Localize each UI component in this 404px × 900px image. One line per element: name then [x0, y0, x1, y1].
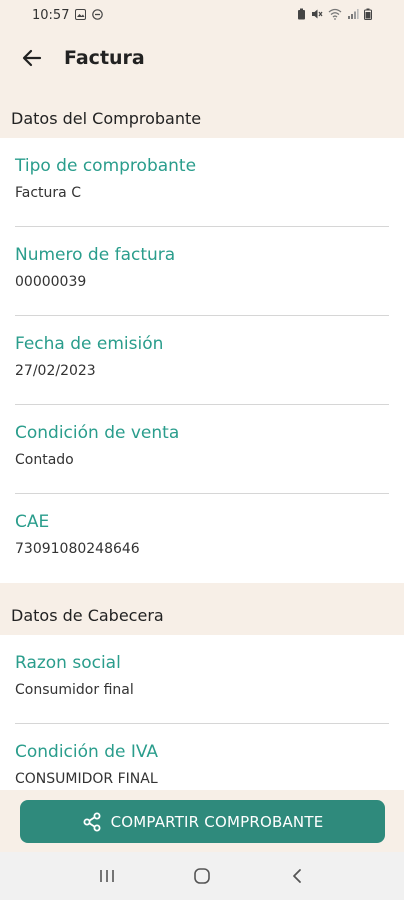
field-value: Contado — [15, 452, 74, 468]
status-bar: 10:57 — [0, 0, 404, 30]
battery-icon — [364, 8, 372, 22]
status-time: 10:57 — [32, 7, 70, 23]
section-comprobante: Datos del Comprobante Tipo de comprobant… — [0, 86, 404, 583]
field-value: Consumidor final — [15, 682, 134, 698]
battery-saver-icon — [297, 8, 306, 22]
field-value: 00000039 — [15, 274, 87, 290]
field-label: Fecha de emisión — [15, 334, 164, 354]
field-label: Numero de factura — [15, 245, 176, 265]
wifi-icon — [328, 8, 342, 22]
image-icon — [75, 8, 87, 22]
field-numero-factura: Numero de factura 00000039 — [15, 227, 389, 316]
page-title: Factura — [64, 47, 145, 69]
field-razon-social: Razon social Consumidor final — [15, 635, 389, 724]
chevron-left-icon — [292, 869, 301, 883]
section-header: Datos de Cabecera — [0, 583, 404, 635]
arrow-left-icon — [22, 49, 42, 67]
home-button[interactable] — [182, 861, 222, 891]
recent-apps-button[interactable] — [87, 861, 127, 891]
field-label: CAE — [15, 512, 50, 532]
back-button[interactable] — [18, 44, 46, 72]
field-condicion-iva: Condición de IVA CONSUMIDOR FINAL — [15, 724, 389, 790]
share-icon — [83, 812, 101, 831]
do-not-disturb-icon — [92, 8, 104, 22]
field-value: 27/02/2023 — [15, 363, 96, 379]
field-label: Razon social — [15, 653, 121, 673]
share-button-label: COMPARTIR COMPROBANTE — [110, 812, 324, 831]
field-cae: CAE 73091080248646 — [15, 494, 389, 583]
system-nav-bar — [0, 852, 404, 900]
field-condicion-venta: Condición de venta Contado — [15, 405, 389, 494]
field-label: Condición de IVA — [15, 742, 159, 762]
section-header: Datos del Comprobante — [0, 86, 404, 138]
bottom-action-area: COMPARTIR COMPROBANTE — [0, 790, 404, 852]
mute-icon — [311, 8, 323, 22]
field-label: Condición de venta — [15, 423, 180, 443]
field-value: CONSUMIDOR FINAL — [15, 771, 158, 787]
section-cabecera: Datos de Cabecera Razon social Consumido… — [0, 583, 404, 790]
share-invoice-button[interactable]: COMPARTIR COMPROBANTE — [20, 800, 385, 843]
field-value: 73091080248646 — [15, 541, 140, 557]
home-icon — [194, 868, 210, 884]
field-label: Tipo de comprobante — [15, 156, 197, 176]
signal-icon — [347, 8, 359, 22]
section-card: Tipo de comprobante Factura C Numero de … — [0, 138, 404, 583]
back-nav-button[interactable] — [277, 861, 317, 891]
field-value: Factura C — [15, 185, 81, 201]
field-fecha-emision: Fecha de emisión 27/02/2023 — [15, 316, 389, 405]
recent-apps-icon — [100, 870, 115, 882]
app-bar: Factura — [0, 30, 404, 86]
field-tipo-comprobante: Tipo de comprobante Factura C — [15, 138, 389, 227]
invoice-detail-list[interactable]: Datos del Comprobante Tipo de comprobant… — [0, 86, 404, 790]
section-card: Razon social Consumidor final Condición … — [0, 635, 404, 790]
